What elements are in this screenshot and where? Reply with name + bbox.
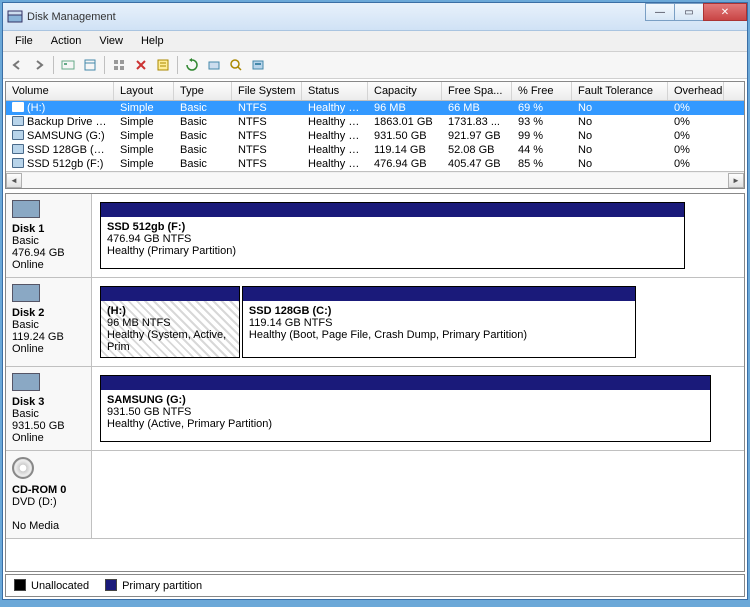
graphical-disk-pane: Disk 1Basic476.94 GBOnlineSSD 512gb (F:)… — [5, 193, 745, 572]
partition-container: SSD 512gb (F:)476.94 GB NTFSHealthy (Pri… — [92, 194, 744, 277]
disk-management-window: Disk Management — ▭ ✕ File Action View H… — [2, 2, 748, 600]
toolbar-icon-3[interactable] — [109, 55, 129, 75]
titlebar[interactable]: Disk Management — ▭ ✕ — [3, 3, 747, 31]
legend-primary: Primary partition — [105, 579, 202, 592]
col-freespace[interactable]: Free Spa... — [442, 82, 512, 100]
disk-row: CD-ROM 0DVD (D:)No Media — [6, 451, 744, 539]
menu-file[interactable]: File — [7, 33, 41, 49]
partition[interactable]: (H:)96 MB NTFSHealthy (System, Active, P… — [100, 286, 240, 358]
partition-container: (H:)96 MB NTFSHealthy (System, Active, P… — [92, 278, 744, 366]
legend: Unallocated Primary partition — [5, 574, 745, 597]
toolbar-icon-9[interactable] — [248, 55, 268, 75]
partition-body: SAMSUNG (G:)931.50 GB NTFSHealthy (Activ… — [101, 390, 710, 441]
menu-view[interactable]: View — [91, 33, 131, 49]
properties-icon[interactable] — [153, 55, 173, 75]
volume-row[interactable]: SSD 512gb (F:)SimpleBasicNTFSHealthy (P.… — [6, 157, 744, 171]
col-volume[interactable]: Volume — [6, 82, 114, 100]
col-type[interactable]: Type — [174, 82, 232, 100]
volume-icon — [12, 130, 24, 140]
partition-stripe — [101, 203, 684, 217]
scroll-left-icon[interactable]: ◄ — [6, 173, 22, 188]
menu-action[interactable]: Action — [43, 33, 90, 49]
maximize-button[interactable]: ▭ — [674, 3, 704, 21]
close-button[interactable]: ✕ — [703, 3, 747, 21]
menubar: File Action View Help — [3, 31, 747, 52]
toolbar-icon-7[interactable] — [204, 55, 224, 75]
disk-icon — [12, 200, 40, 218]
scroll-right-icon[interactable]: ► — [728, 173, 744, 188]
volume-icon — [12, 144, 24, 154]
window-title: Disk Management — [27, 11, 116, 23]
forward-button[interactable] — [29, 55, 49, 75]
volume-list-pane: Volume Layout Type File System Status Ca… — [5, 81, 745, 189]
col-fault[interactable]: Fault Tolerance — [572, 82, 668, 100]
volume-rows: (H:)SimpleBasicNTFSHealthy (S...96 MB66 … — [6, 101, 744, 171]
app-icon — [7, 9, 23, 25]
cdrom-icon — [12, 457, 34, 479]
volume-row[interactable]: SSD 128GB (C:)SimpleBasicNTFSHealthy (B.… — [6, 143, 744, 157]
col-filesystem[interactable]: File System — [232, 82, 302, 100]
disk-label[interactable]: CD-ROM 0DVD (D:)No Media — [6, 451, 92, 538]
delete-icon[interactable] — [131, 55, 151, 75]
scroll-track[interactable] — [22, 173, 728, 188]
horizontal-scrollbar[interactable]: ◄ ► — [6, 171, 744, 188]
legend-unallocated: Unallocated — [14, 579, 89, 592]
minimize-button[interactable]: — — [645, 3, 675, 21]
search-icon[interactable] — [226, 55, 246, 75]
toolbar-icon-2[interactable] — [80, 55, 100, 75]
disk-label[interactable]: Disk 2Basic119.24 GBOnline — [6, 278, 92, 366]
disk-row: Disk 3Basic931.50 GBOnlineSAMSUNG (G:)93… — [6, 367, 744, 451]
partition-container: SAMSUNG (G:)931.50 GB NTFSHealthy (Activ… — [92, 367, 744, 450]
toolbar — [3, 52, 747, 79]
volume-icon — [12, 116, 24, 126]
volume-icon — [12, 102, 24, 112]
partition-body: SSD 512gb (F:)476.94 GB NTFSHealthy (Pri… — [101, 217, 684, 268]
col-status[interactable]: Status — [302, 82, 368, 100]
partition-stripe — [101, 376, 710, 390]
col-layout[interactable]: Layout — [114, 82, 174, 100]
partition-body: SSD 128GB (C:)119.14 GB NTFSHealthy (Boo… — [243, 301, 635, 357]
back-button[interactable] — [7, 55, 27, 75]
partition-body: (H:)96 MB NTFSHealthy (System, Active, P… — [101, 301, 239, 357]
disk-icon — [12, 284, 40, 302]
partition-container — [92, 451, 744, 538]
table-header: Volume Layout Type File System Status Ca… — [6, 82, 744, 101]
disk-label[interactable]: Disk 1Basic476.94 GBOnline — [6, 194, 92, 277]
menu-help[interactable]: Help — [133, 33, 172, 49]
col-capacity[interactable]: Capacity — [368, 82, 442, 100]
refresh-icon[interactable] — [182, 55, 202, 75]
volume-row[interactable]: SAMSUNG (G:)SimpleBasicNTFSHealthy (A...… — [6, 129, 744, 143]
col-pctfree[interactable]: % Free — [512, 82, 572, 100]
disk-icon — [12, 373, 40, 391]
partition[interactable]: SSD 128GB (C:)119.14 GB NTFSHealthy (Boo… — [242, 286, 636, 358]
disk-row: Disk 2Basic119.24 GBOnline(H:)96 MB NTFS… — [6, 278, 744, 367]
partition[interactable]: SSD 512gb (F:)476.94 GB NTFSHealthy (Pri… — [100, 202, 685, 269]
partition-stripe — [101, 287, 239, 301]
volume-row[interactable]: Backup Drive (Z:)SimpleBasicNTFSHealthy … — [6, 115, 744, 129]
volume-icon — [12, 158, 24, 168]
partition-stripe — [243, 287, 635, 301]
col-overhead[interactable]: Overhead — [668, 82, 724, 100]
volume-row[interactable]: (H:)SimpleBasicNTFSHealthy (S...96 MB66 … — [6, 101, 744, 115]
partition[interactable]: SAMSUNG (G:)931.50 GB NTFSHealthy (Activ… — [100, 375, 711, 442]
toolbar-icon-1[interactable] — [58, 55, 78, 75]
disk-label[interactable]: Disk 3Basic931.50 GBOnline — [6, 367, 92, 450]
disk-row: Disk 1Basic476.94 GBOnlineSSD 512gb (F:)… — [6, 194, 744, 278]
